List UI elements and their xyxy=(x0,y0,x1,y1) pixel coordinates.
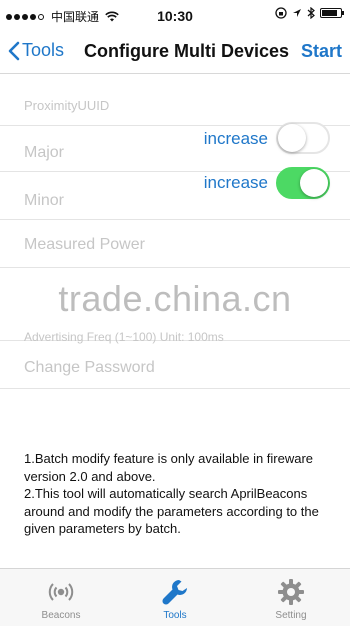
tab-tools-label: Tools xyxy=(163,610,187,621)
back-button[interactable]: Tools xyxy=(8,40,64,61)
measured-power-placeholder: Measured Power xyxy=(24,236,145,253)
rotation-lock-icon xyxy=(275,7,287,19)
measured-power-field[interactable]: Measured Power xyxy=(0,220,350,268)
tab-beacons[interactable]: Beacons xyxy=(3,569,119,626)
status-right xyxy=(275,7,344,19)
back-button-label: Tools xyxy=(22,40,65,60)
start-button[interactable]: Start xyxy=(301,41,342,62)
advertising-freq-field[interactable]: Advertising Freq (1~100) Unit: 100ms xyxy=(0,268,350,344)
major-increase-label: increase xyxy=(203,129,268,148)
major-increase-toggle[interactable] xyxy=(276,122,330,154)
notes-text: 1.Batch modify feature is only available… xyxy=(24,450,334,538)
tab-setting-label: Setting xyxy=(275,610,307,621)
minor-field[interactable]: Minor increase xyxy=(0,167,350,220)
location-icon xyxy=(293,9,301,17)
toggle-knob xyxy=(300,169,328,197)
minor-increase-label: increase xyxy=(203,173,268,192)
tab-setting[interactable]: Setting xyxy=(233,569,349,626)
change-password-field[interactable]: Change Password xyxy=(0,341,350,389)
battery-level xyxy=(322,10,337,16)
minor-increase-toggle[interactable] xyxy=(276,167,330,199)
beacon-icon xyxy=(48,583,74,601)
major-placeholder: Major xyxy=(24,144,65,161)
note-line-1: 1.Batch modify feature is only available… xyxy=(24,451,314,484)
toggle-knob xyxy=(278,124,306,152)
battery-icon xyxy=(320,8,344,18)
note-line-2: 2.This tool will automatically search Ap… xyxy=(24,486,319,536)
uuid-placeholder: ProximityUUID xyxy=(24,98,110,113)
chevron-left-icon xyxy=(8,41,20,60)
navigation-bar: Tools Configure Multi Devices Start xyxy=(0,32,350,74)
major-field[interactable]: Major increase xyxy=(0,122,350,172)
wrench-icon xyxy=(162,580,187,605)
gear-icon xyxy=(278,579,304,605)
config-form: ProximityUUID Major increase Minor incre… xyxy=(0,80,350,389)
tab-bar: Beacons Tools Setting xyxy=(0,568,350,626)
change-password-placeholder: Change Password xyxy=(24,359,155,376)
minor-placeholder: Minor xyxy=(24,192,65,209)
status-bar: 中国联通 10:30 xyxy=(0,0,350,32)
page-title: Configure Multi Devices xyxy=(84,41,290,61)
tab-beacons-label: Beacons xyxy=(41,610,81,621)
uuid-field[interactable]: ProximityUUID xyxy=(0,80,350,126)
bluetooth-icon xyxy=(307,7,315,19)
tab-tools[interactable]: Tools xyxy=(117,569,233,626)
